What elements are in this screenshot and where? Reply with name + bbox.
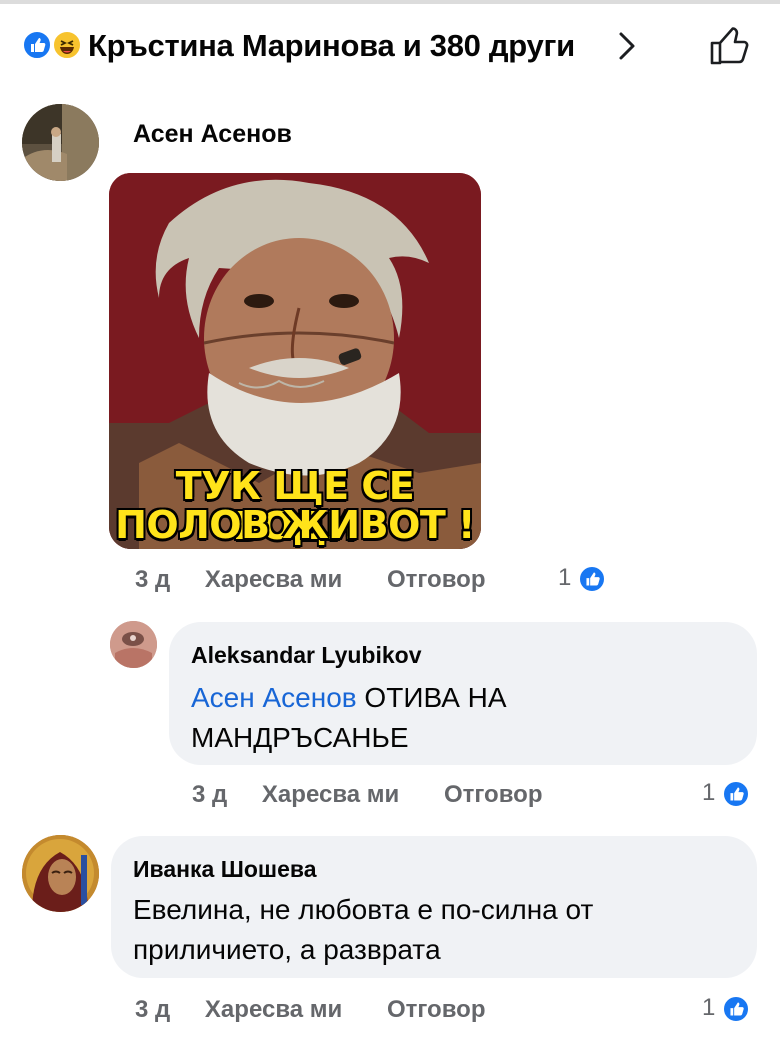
reaction-count-number: 1 bbox=[702, 779, 716, 806]
reactors-text[interactable]: Кръстина Маринова и 380 други bbox=[88, 28, 575, 64]
like-icon bbox=[722, 779, 751, 808]
comment-author[interactable]: Асен Асенов bbox=[133, 120, 292, 149]
comment-reaction-count[interactable]: 1 bbox=[702, 994, 751, 1023]
comment-reaction-count[interactable]: 1 bbox=[558, 564, 607, 593]
like-comment-button[interactable]: Харесва ми bbox=[205, 566, 342, 594]
comment-bubble: Иванка Шошева Евелина, не любовта е по-с… bbox=[111, 836, 757, 978]
comment-time: 3 д bbox=[135, 566, 171, 593]
avatar[interactable] bbox=[22, 835, 99, 912]
reaction-icons bbox=[22, 30, 84, 60]
comment-author[interactable]: Иванка Шошева bbox=[133, 856, 317, 883]
meme-caption-line-2: ПОЛОВ ЖИВОТ ! bbox=[115, 503, 475, 547]
comment-reaction-count[interactable]: 1 bbox=[702, 779, 751, 808]
like-comment-button[interactable]: Харесва ми bbox=[262, 781, 399, 809]
comment-meta: 3 д Харесва ми Отговор bbox=[192, 781, 542, 809]
comment-body: Евелина, не любовта е по-силна от прилич… bbox=[133, 894, 594, 965]
comment-image[interactable]: ТУК ЩЕ СЕ ВОДИ ПОЛОВ ЖИВОТ ! bbox=[109, 173, 481, 549]
comment-text: Асен Асенов ОТИВА НА МАНДРЪСАНЬЕ bbox=[191, 678, 631, 758]
reaction-count-number: 1 bbox=[702, 994, 716, 1021]
comment-author[interactable]: Aleksandar Lyubikov bbox=[191, 642, 422, 669]
like-icon bbox=[22, 30, 52, 60]
comment-meta: 3 д Харесва ми Отговор bbox=[135, 996, 485, 1024]
like-icon bbox=[722, 994, 751, 1023]
like-comment-button[interactable]: Харесва ми bbox=[205, 996, 342, 1024]
chevron-right-icon[interactable] bbox=[612, 26, 642, 66]
comment-meta: 3 д Харесва ми Отговор bbox=[135, 566, 485, 594]
reactions-summary-bar[interactable]: Кръстина Маринова и 380 други bbox=[0, 0, 780, 92]
like-icon bbox=[578, 564, 607, 593]
mention-link[interactable]: Асен Асенов bbox=[191, 682, 357, 713]
avatar[interactable] bbox=[110, 621, 157, 668]
haha-icon bbox=[52, 30, 82, 60]
comment-time: 3 д bbox=[192, 781, 228, 808]
reply-bubble: Aleksandar Lyubikov Асен Асенов ОТИВА НА… bbox=[169, 622, 757, 765]
reply-comment-button[interactable]: Отговор bbox=[387, 996, 486, 1024]
thumbs-up-outline-icon[interactable] bbox=[706, 24, 754, 68]
reaction-count-number: 1 bbox=[558, 564, 572, 591]
reply-comment-button[interactable]: Отговор bbox=[387, 566, 486, 594]
comment-time: 3 д bbox=[135, 996, 171, 1023]
reply-comment-button[interactable]: Отговор bbox=[444, 781, 543, 809]
avatar[interactable] bbox=[22, 104, 99, 181]
